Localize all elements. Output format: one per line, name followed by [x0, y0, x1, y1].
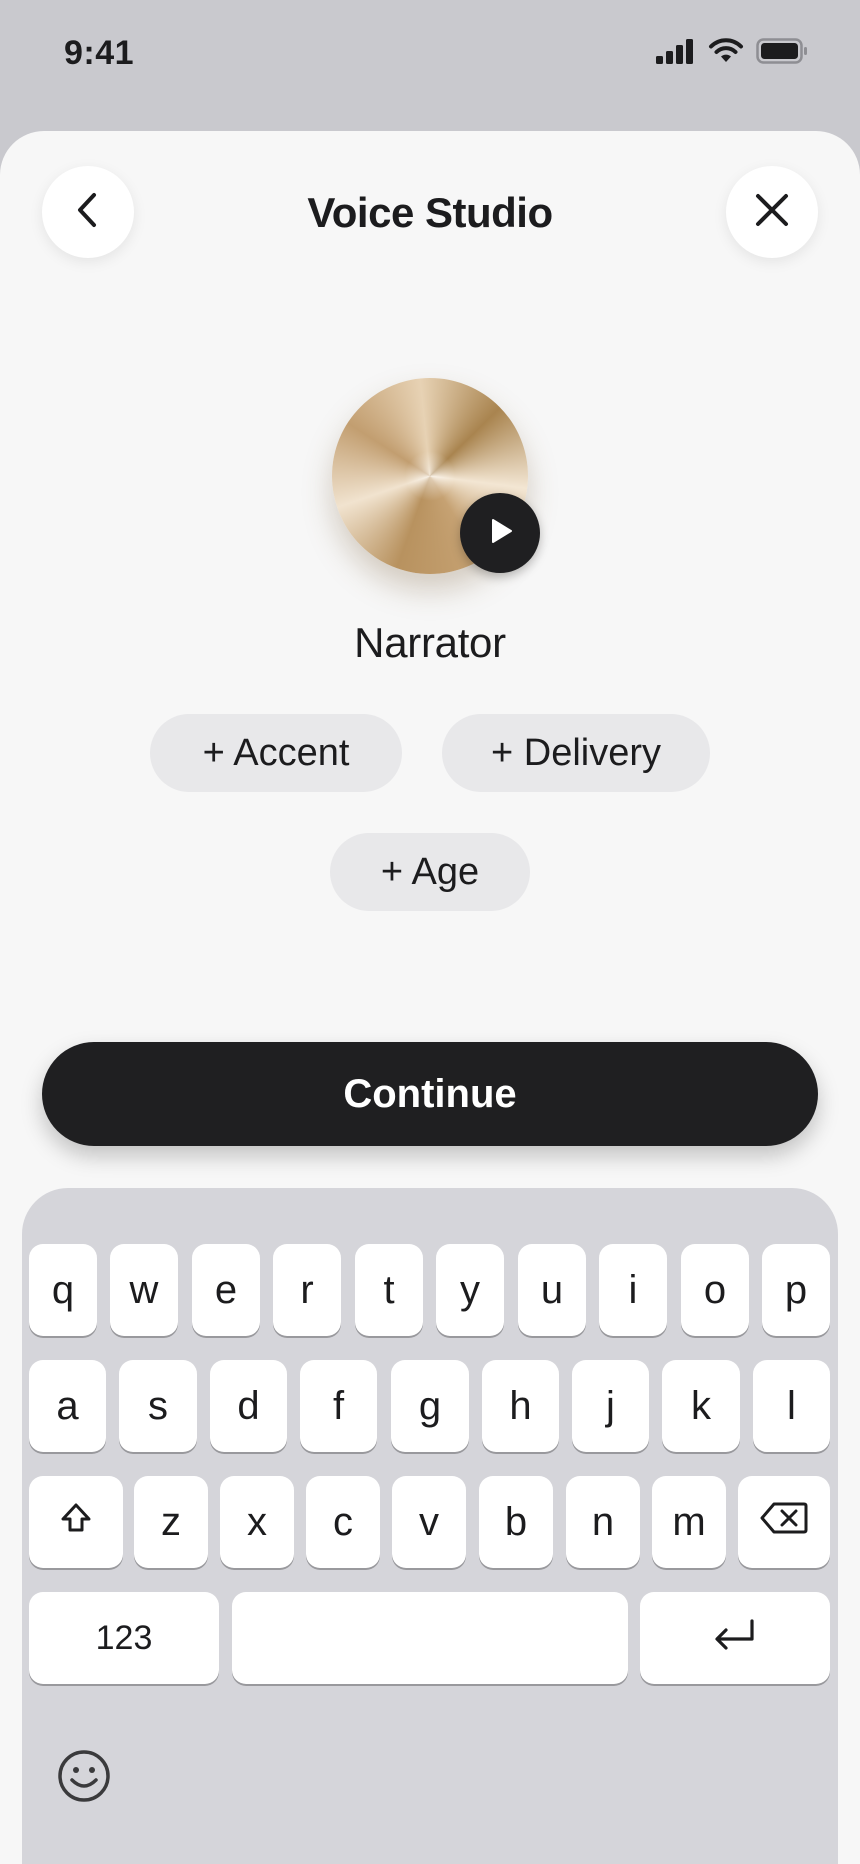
delete-key[interactable] — [738, 1476, 830, 1568]
status-icons — [656, 38, 808, 64]
shift-icon — [59, 1500, 93, 1545]
key-k[interactable]: k — [662, 1360, 740, 1452]
key-q[interactable]: q — [29, 1244, 97, 1336]
key-v[interactable]: v — [392, 1476, 466, 1568]
battery-icon — [756, 38, 808, 64]
wifi-icon — [708, 38, 744, 64]
voice-name: Narrator — [354, 619, 506, 666]
cellular-signal-icon — [656, 38, 696, 64]
key-r[interactable]: r — [273, 1244, 341, 1336]
key-l[interactable]: l — [753, 1360, 830, 1452]
key-b[interactable]: b — [479, 1476, 553, 1568]
key-x[interactable]: x — [220, 1476, 294, 1568]
key-z[interactable]: z — [134, 1476, 208, 1568]
onscreen-keyboard: q w e r t y u i o p a s d f g h j k l z … — [22, 1188, 838, 1864]
key-o[interactable]: o — [681, 1244, 749, 1336]
key-i[interactable]: i — [599, 1244, 667, 1336]
status-bar: 9:41 — [0, 0, 860, 110]
key-m[interactable]: m — [652, 1476, 726, 1568]
shift-key[interactable] — [29, 1476, 123, 1568]
key-f[interactable]: f — [300, 1360, 377, 1452]
play-preview-button[interactable] — [460, 493, 540, 573]
continue-button[interactable]: Continue — [42, 1042, 818, 1146]
add-age-chip[interactable]: + Age — [330, 833, 530, 911]
key-j[interactable]: j — [572, 1360, 649, 1452]
key-h[interactable]: h — [482, 1360, 559, 1452]
close-button[interactable] — [726, 166, 818, 258]
emoji-icon — [56, 1750, 112, 1808]
key-a[interactable]: a — [29, 1360, 106, 1452]
key-n[interactable]: n — [566, 1476, 640, 1568]
key-s[interactable]: s — [119, 1360, 197, 1452]
close-icon — [752, 190, 792, 235]
play-icon — [485, 516, 515, 551]
key-d[interactable]: d — [210, 1360, 287, 1452]
add-delivery-chip[interactable]: + Delivery — [442, 714, 710, 792]
return-icon — [712, 1616, 758, 1661]
backspace-icon — [760, 1500, 808, 1545]
key-t[interactable]: t — [355, 1244, 423, 1336]
key-u[interactable]: u — [518, 1244, 586, 1336]
space-key[interactable] — [232, 1592, 628, 1684]
key-c[interactable]: c — [306, 1476, 380, 1568]
key-e[interactable]: e — [192, 1244, 260, 1336]
key-y[interactable]: y — [436, 1244, 504, 1336]
numbers-key[interactable]: 123 — [29, 1592, 219, 1684]
key-g[interactable]: g — [391, 1360, 469, 1452]
status-time: 9:41 — [64, 34, 135, 72]
key-w[interactable]: w — [110, 1244, 178, 1336]
emoji-button[interactable] — [56, 1748, 112, 1804]
voice-avatar-group — [332, 378, 540, 574]
return-key[interactable] — [640, 1592, 830, 1684]
key-p[interactable]: p — [762, 1244, 830, 1336]
add-accent-chip[interactable]: + Accent — [150, 714, 402, 792]
